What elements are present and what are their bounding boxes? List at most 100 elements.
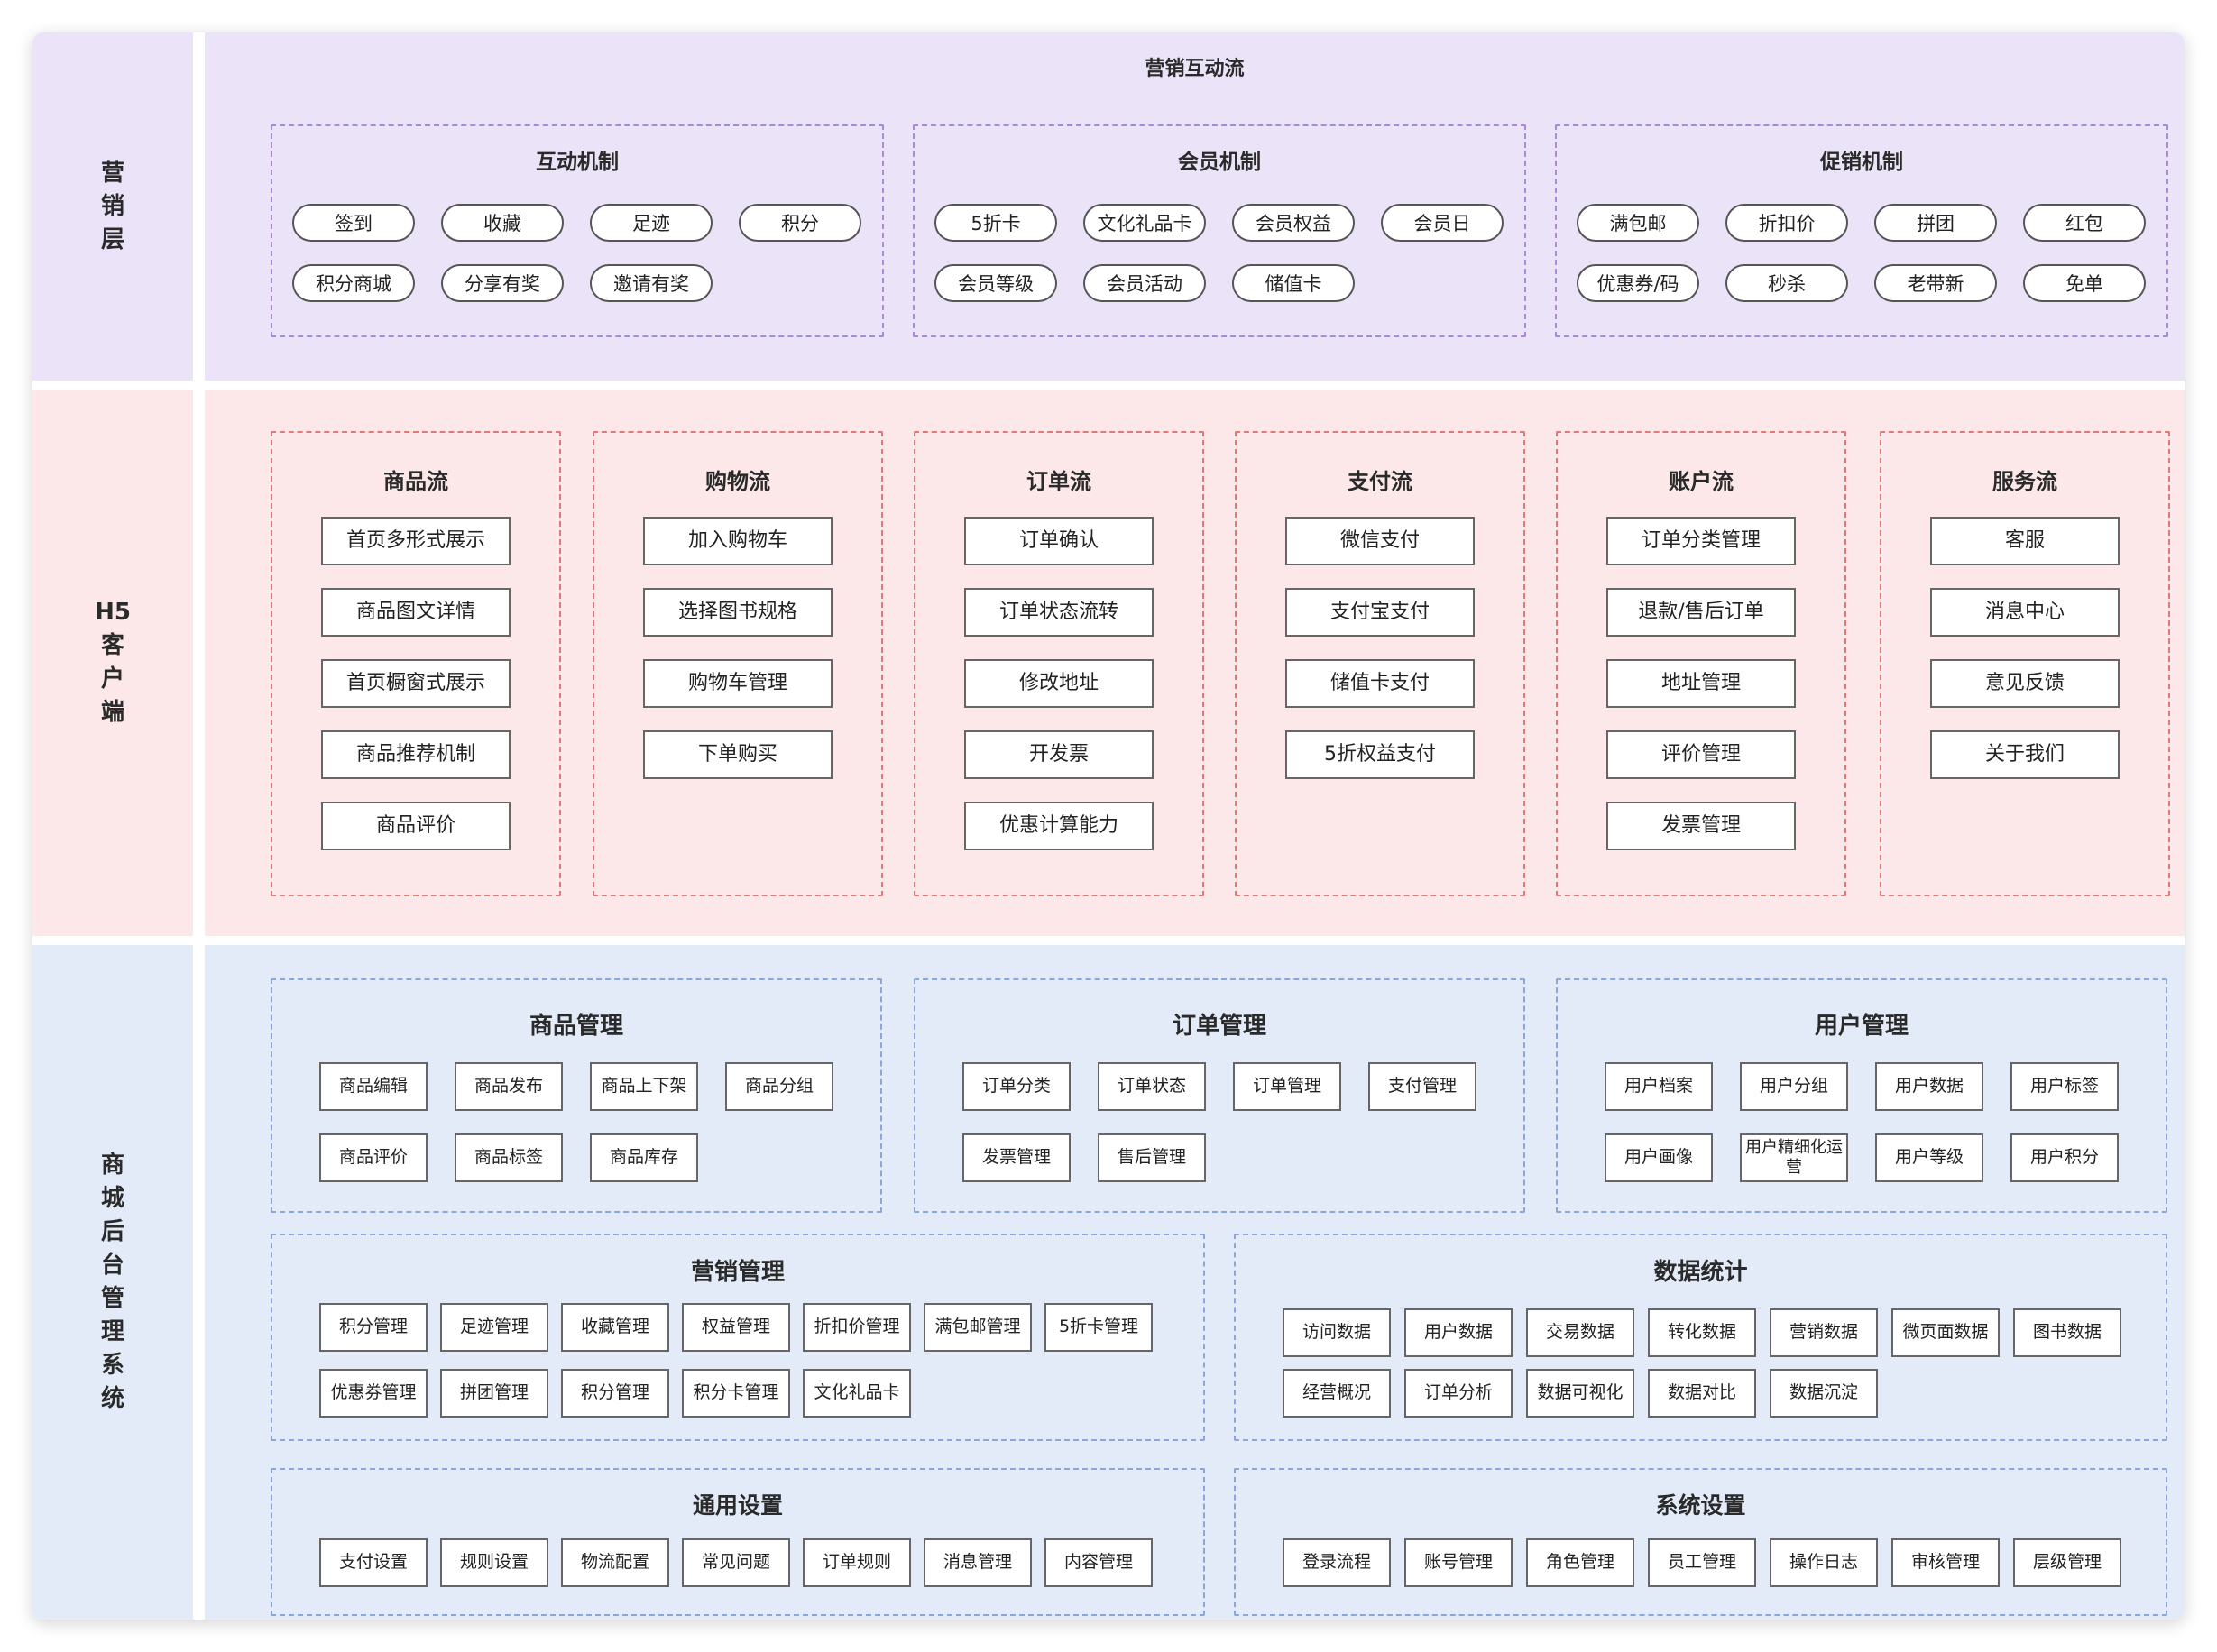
h5-item: 优惠计算能力 bbox=[964, 802, 1154, 850]
marketing-item-pill: 邀请有奖 bbox=[590, 264, 713, 302]
marketing-item-pill: 优惠券/码 bbox=[1577, 264, 1699, 302]
admin-group-title: 订单管理 bbox=[1172, 1013, 1266, 1040]
admin-item: 操作日志 bbox=[1770, 1538, 1878, 1587]
marketing-item-pill: 积分商城 bbox=[292, 264, 415, 302]
admin-item: 数据沉淀 bbox=[1770, 1369, 1878, 1418]
admin-item: 5折卡管理 bbox=[1044, 1303, 1153, 1352]
admin-item: 用户等级 bbox=[1875, 1133, 1983, 1182]
marketing-item-pill: 红包 bbox=[2023, 204, 2146, 242]
admin-item: 用户精细化运营 bbox=[1740, 1133, 1848, 1182]
admin-group-box: 用户管理用户档案 用户分组 用户数据 用户标签用户画像 用户精细化运营 用户等级 用户积分 bbox=[1556, 978, 2167, 1213]
admin-item: 交易数据 bbox=[1526, 1308, 1634, 1357]
admin-group-title: 系统设置 bbox=[1655, 1492, 1746, 1519]
h5-item: 评价管理 bbox=[1606, 730, 1796, 779]
h5-client-layer: H5 客 户 端 商品流 首页多形式展示 商品图文详情 首页橱窗式展示 商品推荐机制 商品… bbox=[32, 390, 2185, 936]
admin-item: 商品库存 bbox=[590, 1133, 698, 1182]
h5-client-layer-label: H5 客 户 端 bbox=[95, 599, 131, 726]
marketing-group-title: 会员机制 bbox=[1178, 151, 1261, 174]
admin-item: 优惠券管理 bbox=[319, 1369, 428, 1418]
h5-item: 首页橱窗式展示 bbox=[321, 659, 511, 708]
h5-item: 加入购物车 bbox=[643, 517, 833, 565]
admin-item: 消息管理 bbox=[924, 1538, 1032, 1587]
h5-group-title: 商品流 bbox=[383, 469, 448, 494]
admin-group-box: 订单管理 订单分类 订单状态 订单管理 支付管理 发票管理 售后管理 bbox=[914, 978, 1525, 1213]
marketing-item-pill: 满包邮 bbox=[1577, 204, 1699, 242]
marketing-item-pill: 积分 bbox=[739, 204, 861, 242]
admin-group-title: 通用设置 bbox=[692, 1492, 783, 1519]
admin-item: 角色管理 bbox=[1526, 1538, 1634, 1587]
marketing-layer-label: 营 销 层 bbox=[100, 159, 124, 253]
admin-item: 用户标签 bbox=[2010, 1062, 2119, 1111]
marketing-item-pill: 会员活动 bbox=[1083, 264, 1206, 302]
h5-item: 储值卡支付 bbox=[1285, 659, 1475, 708]
admin-system-layer-label: 商 城 后 台 管 理 系 统 bbox=[100, 1152, 124, 1412]
admin-item: 用户档案 bbox=[1605, 1062, 1713, 1111]
h5-group-title: 购物流 bbox=[705, 469, 770, 494]
marketing-group-box: 会员机制 5折卡 文化礼品卡 会员权益 会员日 会员等级 会员活动 储值卡 bbox=[913, 124, 1526, 337]
admin-item: 发票管理 bbox=[962, 1133, 1071, 1182]
admin-item: 折扣价管理 bbox=[803, 1303, 911, 1352]
admin-item: 规则设置 bbox=[440, 1538, 548, 1587]
marketing-group-box: 互动机制 签到 收藏 足迹 积分 积分商城 分享有奖 邀请有奖 bbox=[271, 124, 884, 337]
admin-item: 满包邮管理 bbox=[924, 1303, 1032, 1352]
h5-group-title: 支付流 bbox=[1348, 469, 1412, 494]
admin-item: 订单状态 bbox=[1098, 1062, 1206, 1111]
marketing-item-pill: 收藏 bbox=[441, 204, 564, 242]
admin-item: 积分管理 bbox=[561, 1369, 669, 1418]
marketing-group-title: 促销机制 bbox=[1820, 151, 1903, 174]
h5-item: 商品推荐机制 bbox=[321, 730, 511, 779]
h5-item: 商品评价 bbox=[321, 802, 511, 850]
admin-group-box: 营销管理 积分管理 足迹管理 收藏管理 权益管理 折扣价管理 满包邮管理 5折卡管理 优惠券管理… bbox=[271, 1234, 1205, 1441]
h5-item: 微信支付 bbox=[1285, 517, 1475, 565]
marketing-group-box: 促销机制 满包邮 折扣价 拼团 红包 优惠券/码 秒杀 老带新 免单 bbox=[1555, 124, 2168, 337]
admin-item: 商品评价 bbox=[319, 1133, 428, 1182]
admin-item: 图书数据 bbox=[2013, 1308, 2121, 1357]
marketing-item-pill: 分享有奖 bbox=[441, 264, 564, 302]
admin-item: 访问数据 bbox=[1283, 1308, 1391, 1357]
marketing-item-pill: 拼团 bbox=[1874, 204, 1997, 242]
admin-item: 常见问题 bbox=[682, 1538, 790, 1587]
admin-item: 转化数据 bbox=[1648, 1308, 1756, 1357]
admin-item: 积分管理 bbox=[319, 1303, 428, 1352]
admin-item: 订单规则 bbox=[803, 1538, 911, 1587]
marketing-layer-side: 营 销 层 bbox=[32, 32, 193, 381]
admin-item: 文化礼品卡 bbox=[803, 1369, 911, 1418]
marketing-item-pill: 文化礼品卡 bbox=[1083, 204, 1206, 242]
admin-item: 审核管理 bbox=[1891, 1538, 2000, 1587]
admin-item: 商品发布 bbox=[455, 1062, 563, 1111]
h5-item: 订单分类管理 bbox=[1606, 517, 1796, 565]
admin-item: 售后管理 bbox=[1098, 1133, 1206, 1182]
admin-item: 用户积分 bbox=[2010, 1133, 2119, 1182]
h5-item: 客服 bbox=[1930, 517, 2120, 565]
h5-item: 订单确认 bbox=[964, 517, 1154, 565]
admin-system-layer: 商 城 后 台 管 理 系 统 商品管理 商品编辑 商品发布 商品上下架 商品分组 商品评… bbox=[32, 945, 2185, 1620]
admin-item: 登录流程 bbox=[1283, 1538, 1391, 1587]
admin-group-title: 商品管理 bbox=[529, 1013, 623, 1040]
h5-group-box: 购物流 加入购物车 选择图书规格 购物车管理 下单购买 bbox=[593, 431, 883, 896]
admin-item: 拼团管理 bbox=[440, 1369, 548, 1418]
h5-client-layer-content: 商品流 首页多形式展示 商品图文详情 首页橱窗式展示 商品推荐机制 商品评价 购物流 加入购物… bbox=[205, 390, 2185, 936]
admin-item: 收藏管理 bbox=[561, 1303, 669, 1352]
h5-item: 选择图书规格 bbox=[643, 588, 833, 637]
admin-system-layer-content: 商品管理 商品编辑 商品发布 商品上下架 商品分组 商品评价 商品标签 商品库存 订单管理 订单分… bbox=[205, 945, 2185, 1620]
admin-item: 订单管理 bbox=[1233, 1062, 1341, 1111]
admin-item: 用户画像 bbox=[1605, 1133, 1713, 1182]
admin-item: 支付管理 bbox=[1368, 1062, 1476, 1111]
h5-item: 首页多形式展示 bbox=[321, 517, 511, 565]
admin-item: 经营概况 bbox=[1283, 1369, 1391, 1418]
admin-group-title: 用户管理 bbox=[1814, 1013, 1909, 1040]
marketing-item-pill: 秒杀 bbox=[1725, 264, 1848, 302]
h5-item: 购物车管理 bbox=[643, 659, 833, 708]
marketing-layer: 营 销 层 营销互动流 互动机制 签到 收藏 足迹 积分 积分商城 分享有奖 邀请有奖 会员机制… bbox=[32, 32, 2185, 381]
admin-item: 用户数据 bbox=[1875, 1062, 1983, 1111]
h5-group-box: 服务流 客服 消息中心 意见反馈 关于我们 bbox=[1880, 431, 2170, 896]
admin-item: 层级管理 bbox=[2013, 1538, 2121, 1587]
admin-system-layer-side: 商 城 后 台 管 理 系 统 bbox=[32, 945, 193, 1620]
h5-group-title: 服务流 bbox=[1992, 469, 2057, 494]
admin-item: 订单分析 bbox=[1404, 1369, 1513, 1418]
marketing-item-pill: 会员权益 bbox=[1232, 204, 1355, 242]
admin-item: 用户分组 bbox=[1740, 1062, 1848, 1111]
h5-group-box: 账户流 订单分类管理 退款/售后订单 地址管理 评价管理 发票管理 bbox=[1556, 431, 1846, 896]
architecture-diagram: 营 销 层 营销互动流 互动机制 签到 收藏 足迹 积分 积分商城 分享有奖 邀请有奖 会员机制… bbox=[32, 32, 2185, 1620]
admin-group-title: 数据统计 bbox=[1653, 1259, 1748, 1286]
